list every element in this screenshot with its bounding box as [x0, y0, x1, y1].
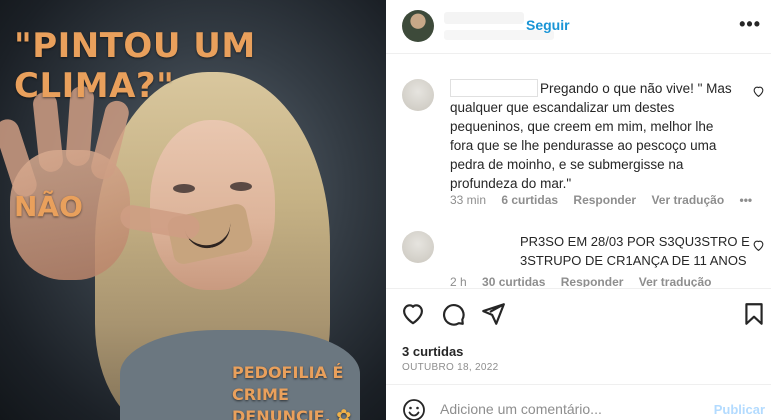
add-comment-bar: Publicar [386, 384, 771, 420]
emoji-icon[interactable] [402, 398, 426, 420]
image-hand-text: NÃO [14, 190, 83, 223]
translate-button[interactable]: Ver tradução [651, 193, 724, 207]
comment-icon[interactable] [440, 301, 466, 327]
reply-button[interactable]: Responder [561, 275, 624, 287]
image-footer: PEDOFILIA É CRIME DENUNCIE. ✿ [232, 362, 382, 420]
post-actions: 3 curtidas OUTUBRO 18, 2022 [386, 288, 771, 378]
image-footer-line2-row: DENUNCIE. ✿ [232, 406, 382, 420]
post-side-panel: Seguir ••• Pregando o que não vive! " Ma… [386, 0, 771, 420]
flower-icon: ✿ [336, 406, 352, 420]
post-date: OUTUBRO 18, 2022 [402, 362, 499, 373]
commenter-avatar[interactable] [402, 79, 434, 111]
image-footer-line2: DENUNCIE. [232, 407, 331, 420]
comment-heart-icon[interactable] [752, 239, 765, 255]
commenter-avatar[interactable] [402, 231, 434, 263]
comment-text: Pregando o que não vive! " Mas qualquer … [450, 81, 732, 191]
comment-meta: 2 h 30 curtidas Responder Ver tradução [450, 275, 723, 287]
comment-input[interactable] [440, 399, 700, 419]
redacted-username [444, 12, 524, 24]
post-likes-count[interactable]: 3 curtidas [402, 344, 463, 359]
reply-button[interactable]: Responder [573, 193, 636, 207]
follow-button[interactable]: Seguir [526, 17, 570, 33]
comment-likes[interactable]: 30 curtidas [482, 275, 545, 287]
redacted-commenter-name[interactable] [450, 79, 538, 97]
more-options-icon[interactable]: ••• [739, 14, 761, 35]
instagram-post-view: "PINTOU UM CLIMA?" NÃO PEDOFILIA É CRIME… [0, 0, 771, 420]
post-header: Seguir ••• [386, 0, 771, 54]
left-eye [173, 184, 195, 193]
comment-likes[interactable]: 6 curtidas [501, 193, 558, 207]
translate-button[interactable]: Ver tradução [639, 275, 712, 287]
comment-more-icon[interactable]: ••• [740, 193, 753, 207]
comment-meta: 33 min 6 curtidas Responder Ver tradução… [450, 193, 764, 207]
image-headline: "PINTOU UM CLIMA?" [14, 26, 256, 106]
comment-time[interactable]: 33 min [450, 193, 486, 207]
image-footer-line1: PEDOFILIA É CRIME [232, 363, 344, 404]
girl-face [150, 120, 275, 290]
comment-text: PR3SO EM 28/03 POR S3QU3STRO E 3STRUPO D… [520, 234, 750, 268]
publish-button[interactable]: Publicar [714, 402, 765, 417]
share-icon[interactable] [480, 301, 506, 327]
comments-list[interactable]: Pregando o que não vive! " Mas qualquer … [386, 55, 771, 287]
comment-time[interactable]: 2 h [450, 275, 467, 287]
bookmark-icon[interactable] [741, 301, 767, 327]
comment-heart-icon[interactable] [752, 85, 765, 101]
post-image[interactable]: "PINTOU UM CLIMA?" NÃO PEDOFILIA É CRIME… [0, 0, 386, 420]
heart-icon[interactable] [400, 301, 426, 327]
comment-text-block: Pregando o que não vive! " Mas qualquer … [450, 79, 740, 193]
right-eye [230, 182, 252, 191]
author-avatar[interactable] [402, 10, 434, 42]
